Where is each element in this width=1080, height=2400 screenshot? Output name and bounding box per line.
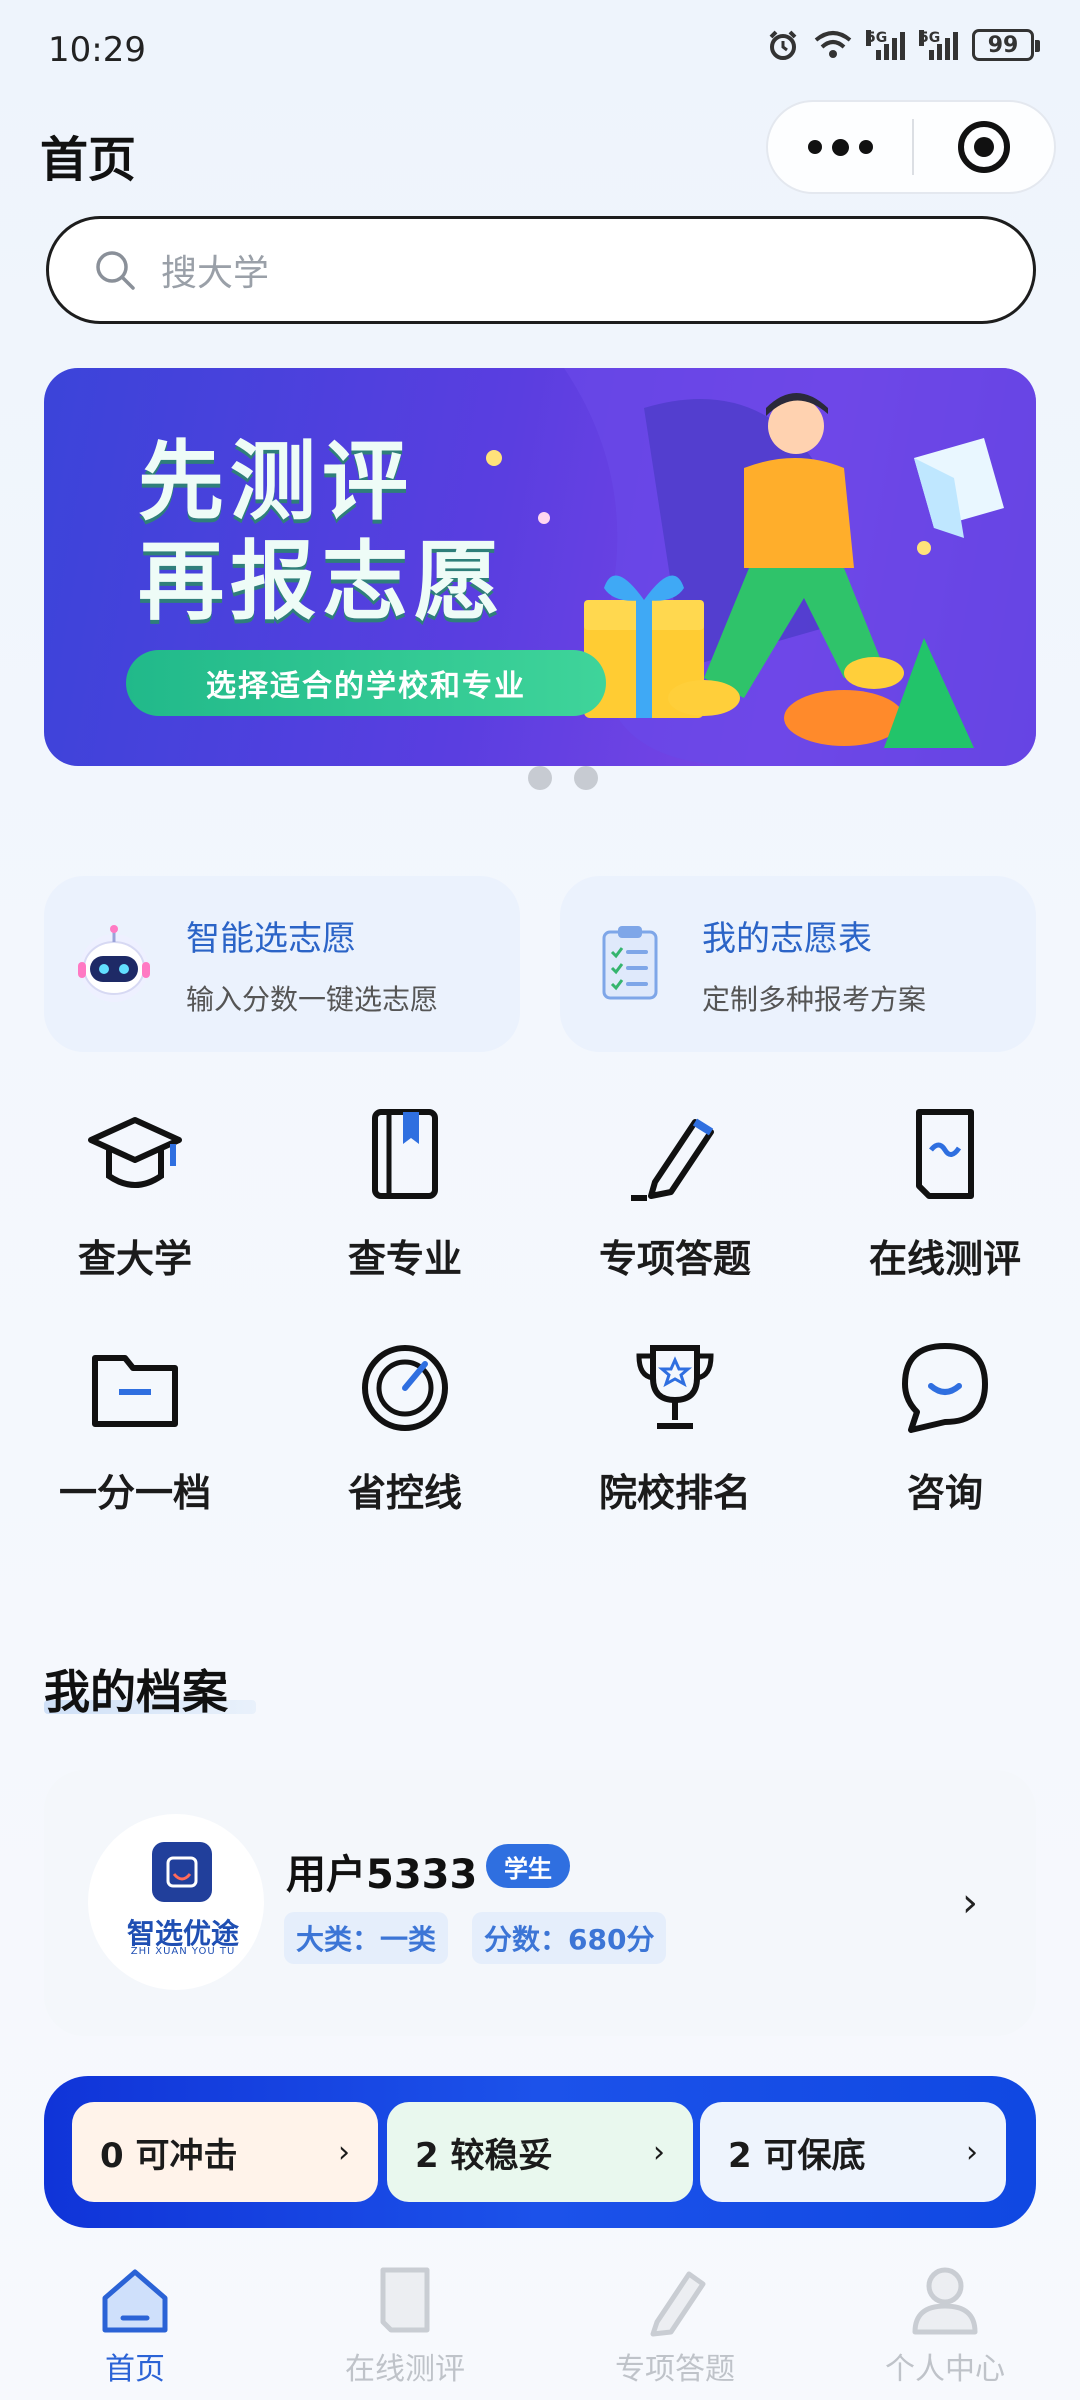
grid-item-search-major[interactable]: 查专业 bbox=[270, 1104, 540, 1283]
signal-1-label: 5G bbox=[866, 30, 888, 46]
grid-label: 省控线 bbox=[347, 1471, 462, 1515]
chevron-right-icon[interactable]: › bbox=[962, 1880, 978, 1926]
status-icons: 5G 5G 99 bbox=[766, 28, 1040, 62]
grid-label: 查大学 bbox=[77, 1237, 192, 1281]
wifi-icon bbox=[814, 31, 852, 58]
grid-item-online-assessment[interactable]: 在线测评 bbox=[810, 1104, 1080, 1283]
stat-label: 0 可冲击 bbox=[100, 2135, 238, 2176]
chevron-right-icon: › bbox=[338, 2134, 350, 2170]
logo-subtext: ZHI XUAN YOU TU bbox=[130, 1946, 236, 1957]
feature-title: 智能选志愿 bbox=[186, 918, 356, 959]
search-placeholder: 搜大学 bbox=[161, 253, 270, 294]
signal-2-icon: 5G bbox=[919, 30, 958, 60]
banner-line-2: 再报志愿 bbox=[138, 532, 506, 632]
pagination-dot[interactable] bbox=[574, 766, 598, 790]
grid-label: 专项答题 bbox=[598, 1237, 751, 1281]
score-tag: 分数：680分 bbox=[472, 1912, 667, 1964]
home-icon bbox=[102, 2269, 168, 2333]
grid-item-score-rank[interactable]: 一分一档 bbox=[0, 1338, 270, 1517]
tab-home[interactable]: 首页 bbox=[0, 2262, 270, 2388]
category-tag: 大类：一类 bbox=[284, 1912, 449, 1964]
book-icon bbox=[372, 1109, 438, 1199]
gauge-icon bbox=[362, 1345, 448, 1431]
search-icon bbox=[96, 251, 135, 290]
target-icon bbox=[958, 121, 1010, 173]
section-title: 我的档案 bbox=[44, 1665, 228, 1719]
miniprogram-capsule bbox=[766, 100, 1056, 194]
tab-label: 专项答题 bbox=[615, 2352, 735, 2387]
grid-item-special-quiz[interactable]: 专项答题 bbox=[540, 1104, 810, 1283]
pencil-icon bbox=[631, 1118, 714, 1201]
grid-label: 院校排名 bbox=[598, 1471, 751, 1515]
document-icon bbox=[916, 1109, 974, 1199]
tab-special-quiz[interactable]: 专项答题 bbox=[540, 2262, 810, 2388]
signal-1-icon: 5G bbox=[866, 30, 905, 60]
trophy-icon bbox=[636, 1345, 714, 1429]
role-badge: 学生 bbox=[486, 1844, 570, 1888]
grid-label: 查专业 bbox=[347, 1237, 462, 1281]
more-dot-icon bbox=[807, 140, 822, 154]
stat-stable[interactable]: 2 较稳妥 › bbox=[387, 2102, 693, 2202]
more-button[interactable] bbox=[768, 102, 912, 192]
close-miniprogram-button[interactable] bbox=[914, 121, 1054, 173]
stat-label: 2 较稳妥 bbox=[415, 2135, 553, 2176]
more-dot-icon bbox=[858, 140, 873, 154]
my-volunteer-table-card[interactable]: 我的志愿表 定制多种报考方案 bbox=[560, 876, 1036, 1052]
more-dot-icon bbox=[831, 138, 849, 156]
folder-icon bbox=[92, 1355, 178, 1427]
tab-online-assessment[interactable]: 在线测评 bbox=[270, 2262, 540, 2388]
battery-icon: 99 bbox=[972, 29, 1040, 61]
tab-label: 在线测评 bbox=[345, 2352, 465, 2387]
username: 用户5333 bbox=[286, 1852, 478, 1898]
avatar bbox=[88, 1814, 264, 1990]
alarm-icon bbox=[769, 30, 797, 60]
grid-item-province-line[interactable]: 省控线 bbox=[270, 1338, 540, 1517]
my-volunteer-table-text: 我的志愿表 定制多种报考方案 bbox=[702, 911, 926, 1018]
page-title: 首页 bbox=[40, 132, 137, 188]
checklist-icon bbox=[602, 926, 658, 1000]
banner-line-1: 先测评 bbox=[138, 432, 414, 532]
graduation-cap-icon bbox=[88, 1117, 182, 1188]
tab-profile[interactable]: 个人中心 bbox=[810, 2262, 1080, 2388]
grid-label: 一分一档 bbox=[58, 1471, 211, 1515]
user-icon bbox=[912, 2267, 978, 2335]
banner-subtitle: 选择适合的学校和专业 bbox=[126, 650, 606, 716]
banner-headline: 先测评 再报志愿 bbox=[138, 432, 506, 632]
grid-item-search-university[interactable]: 查大学 bbox=[0, 1104, 270, 1283]
stat-label: 2 可保底 bbox=[728, 2135, 866, 2176]
battery-level: 99 bbox=[987, 32, 1019, 58]
grid-label: 在线测评 bbox=[868, 1237, 1021, 1281]
feature-subtitle: 输入分数一键选志愿 bbox=[186, 982, 439, 1016]
chat-bubble-icon bbox=[902, 1343, 988, 1433]
app-logo-icon bbox=[152, 1842, 212, 1902]
feature-title: 我的志愿表 bbox=[702, 918, 872, 959]
stat-reach[interactable]: 0 可冲击 › bbox=[72, 2102, 378, 2202]
status-time: 10:29 bbox=[48, 30, 146, 70]
promo-banner[interactable]: 先测评 再报志愿 选择适合的学校和专业 bbox=[44, 368, 1036, 766]
search-bar[interactable]: 搜大学 bbox=[46, 216, 1036, 324]
signal-2-label: 5G bbox=[919, 30, 941, 46]
smart-volunteer-card[interactable]: 智能选志愿 输入分数一键选志愿 bbox=[44, 876, 520, 1052]
feature-subtitle: 定制多种报考方案 bbox=[702, 982, 927, 1016]
grid-item-university-ranking[interactable]: 院校排名 bbox=[540, 1338, 810, 1517]
banner-pagination bbox=[528, 766, 598, 790]
chevron-right-icon: › bbox=[966, 2134, 978, 2170]
pencil-icon bbox=[650, 2271, 706, 2337]
tab-label: 首页 bbox=[105, 2352, 165, 2387]
smart-volunteer-text: 智能选志愿 输入分数一键选志愿 bbox=[186, 911, 438, 1018]
document-icon bbox=[380, 2267, 430, 2333]
grid-item-consult[interactable]: 咨询 bbox=[810, 1338, 1080, 1517]
chevron-right-icon: › bbox=[653, 2134, 665, 2170]
stat-safe[interactable]: 2 可保底 › bbox=[700, 2102, 1006, 2202]
grid-label: 咨询 bbox=[906, 1471, 983, 1515]
tab-label: 个人中心 bbox=[885, 2352, 1005, 2387]
pagination-dot[interactable] bbox=[528, 766, 552, 790]
robot-icon bbox=[78, 925, 150, 1002]
